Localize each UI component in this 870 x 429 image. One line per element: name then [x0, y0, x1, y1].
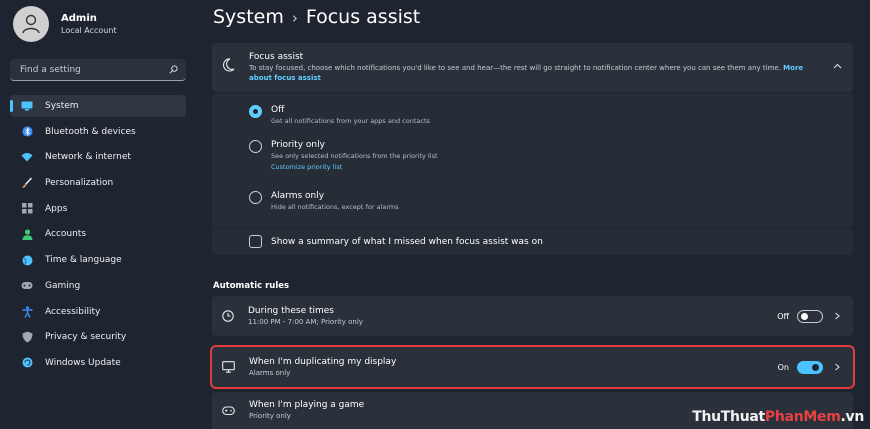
globe-icon	[21, 254, 33, 266]
sidebar-item-network[interactable]: Network & internet	[10, 146, 186, 168]
rule-title: When I'm playing a game	[249, 400, 365, 410]
option-title: Priority only	[271, 140, 325, 150]
page-title: System › Focus assist	[213, 6, 420, 28]
summary-row[interactable]: Show a summary of what I missed when foc…	[212, 228, 853, 255]
moon-icon	[223, 58, 235, 72]
option-title: Alarms only	[271, 191, 325, 201]
sidebar-item-label: Privacy & security	[45, 332, 127, 343]
user-name: Admin	[61, 13, 97, 24]
summary-label: Show a summary of what I missed when foc…	[271, 236, 543, 247]
option-title: Off	[271, 105, 285, 115]
sidebar-item-label: Accounts	[45, 229, 87, 240]
chevron-up-icon[interactable]	[833, 63, 842, 69]
sidebar-item-label: Accessibility	[45, 306, 101, 317]
clock-icon	[222, 310, 234, 322]
display-icon	[222, 361, 235, 373]
sidebar-item-system[interactable]: System	[10, 95, 186, 117]
sidebar-item-label: Gaming	[45, 280, 81, 291]
sidebar-item-accessibility[interactable]: Accessibility	[10, 301, 186, 323]
wifi-icon	[21, 151, 33, 163]
update-icon	[21, 357, 33, 369]
watermark-part2: PhanMem	[764, 409, 841, 425]
chevron-right-icon[interactable]	[833, 312, 841, 320]
focus-assist-description: To stay focused, choose which notificati…	[249, 64, 781, 72]
focus-assist-title: Focus assist	[249, 52, 304, 62]
customize-priority-list-link[interactable]: Customize priority list	[271, 161, 438, 173]
radio-off[interactable]	[249, 105, 262, 118]
breadcrumb-system[interactable]: System	[213, 6, 284, 28]
toggle-state-label: Off	[777, 311, 789, 321]
user-profile[interactable]: Admin Local Account	[13, 6, 117, 42]
sidebar-item-label: Network & internet	[45, 152, 131, 163]
rule-desc: 11:00 PM - 7:00 AM; Priority only	[248, 317, 363, 326]
rule-title: When I'm duplicating my display	[249, 356, 397, 367]
sidebar-item-privacy-security[interactable]: Privacy & security	[10, 326, 186, 348]
sidebar: Admin Local Account Find a setting Syste…	[0, 0, 194, 429]
search-icon[interactable]	[169, 65, 178, 74]
search-box[interactable]: Find a setting	[10, 59, 186, 81]
sidebar-item-apps[interactable]: Apps	[10, 198, 186, 220]
user-icon	[22, 14, 40, 34]
option-desc: Get all notifications from your apps and…	[271, 117, 430, 125]
monitor-icon	[21, 100, 33, 112]
sidebar-item-bluetooth[interactable]: Bluetooth & devices	[10, 121, 186, 143]
sidebar-item-gaming[interactable]: Gaming	[10, 275, 186, 297]
avatar[interactable]	[13, 6, 49, 42]
sidebar-item-accounts[interactable]: Accounts	[10, 223, 186, 245]
sidebar-item-label: Time & language	[45, 255, 122, 266]
gamepad-icon	[21, 280, 33, 292]
watermark-logo: ThuThuatPhanMem.vn	[692, 409, 864, 425]
shield-icon	[21, 331, 33, 343]
sidebar-item-time-language[interactable]: Time & language	[10, 249, 186, 271]
focus-assist-card[interactable]: Focus assist To stay focused, choose whi…	[212, 43, 853, 92]
sidebar-item-label: Apps	[45, 203, 68, 214]
option-desc: See only selected notifications from the…	[271, 152, 438, 160]
user-account-type: Local Account	[61, 26, 117, 35]
duplicating-display-toggle[interactable]	[797, 360, 823, 374]
gamepad-icon	[222, 405, 235, 415]
radio-alarms-only[interactable]	[249, 191, 262, 204]
automatic-rules-title: Automatic rules	[213, 281, 290, 291]
focus-assist-options: Off Get all notifications from your apps…	[212, 93, 853, 229]
bluetooth-icon	[21, 126, 33, 138]
chevron-right-icon[interactable]	[833, 363, 841, 371]
sidebar-item-windows-update[interactable]: Windows Update	[10, 352, 186, 374]
sidebar-item-personalization[interactable]: Personalization	[10, 172, 186, 194]
brush-icon	[21, 177, 33, 189]
option-off[interactable]: Off Get all notifications from your apps…	[249, 104, 430, 126]
breadcrumb-current: Focus assist	[305, 6, 421, 28]
sidebar-nav: System Bluetooth & devices Network & int…	[10, 95, 186, 378]
during-these-times-toggle[interactable]	[797, 309, 823, 323]
person-icon	[21, 228, 33, 240]
apps-icon	[21, 203, 33, 215]
summary-checkbox[interactable]	[249, 235, 262, 248]
option-priority-only[interactable]: Priority only See only selected notifica…	[249, 139, 438, 173]
sidebar-item-label: Windows Update	[45, 357, 121, 368]
rule-desc: Alarms only	[249, 368, 291, 377]
rule-title: During these times	[248, 305, 334, 316]
rule-duplicating-display[interactable]: When I'm duplicating my display Alarms o…	[210, 345, 855, 389]
watermark-part3: .vn	[840, 409, 864, 425]
accessibility-icon	[21, 305, 33, 318]
radio-priority-only[interactable]	[249, 140, 262, 153]
search-input[interactable]: Find a setting	[20, 65, 81, 75]
sidebar-item-label: Personalization	[45, 178, 114, 189]
watermark-part1: ThuThuat	[692, 409, 765, 425]
rule-during-these-times[interactable]: During these times 11:00 PM - 7:00 AM; P…	[212, 296, 853, 336]
sidebar-item-label: Bluetooth & devices	[45, 126, 136, 137]
breadcrumb-separator: ›	[291, 9, 298, 27]
option-alarms-only[interactable]: Alarms only Hide all notifications, exce…	[249, 190, 399, 212]
toggle-state-label: On	[777, 362, 789, 372]
rule-desc: Priority only	[249, 412, 291, 420]
option-desc: Hide all notifications, except for alarm…	[271, 203, 399, 211]
sidebar-item-label: System	[45, 101, 79, 111]
